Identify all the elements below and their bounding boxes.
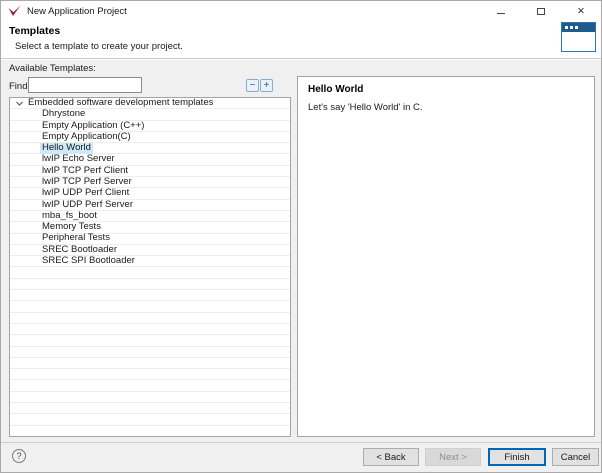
close-button[interactable]: ✕ (561, 1, 601, 21)
wizard-banner-icon (561, 22, 596, 52)
templates-tree: Embedded software development templates … (9, 97, 291, 437)
template-item-label: lwIP Echo Server (40, 154, 117, 165)
template-detail-panel: Hello World Let's say 'Hello World' in C… (297, 76, 595, 437)
page-subtitle: Select a template to create your project… (15, 41, 183, 52)
empty-tree-row (10, 358, 290, 369)
back-button[interactable]: < Back (363, 448, 419, 466)
empty-tree-row (10, 392, 290, 403)
template-item[interactable]: lwIP UDP Perf Client (10, 188, 290, 199)
empty-tree-row (10, 369, 290, 380)
minimize-icon (497, 13, 505, 14)
finish-button[interactable]: Finish (488, 448, 546, 466)
window-icon-dot (570, 26, 573, 29)
template-item-label: SREC SPI Bootloader (40, 256, 137, 267)
maximize-icon (537, 8, 545, 15)
template-item-label: Dhrystone (40, 109, 87, 120)
empty-tree-row (10, 313, 290, 324)
chevron-down-icon (16, 101, 23, 106)
template-item-label: Peripheral Tests (40, 233, 112, 244)
empty-tree-row (10, 301, 290, 312)
tree-items-container: DhrystoneEmpty Application (C++)Empty Ap… (10, 109, 290, 437)
template-item[interactable]: Dhrystone (10, 109, 290, 120)
window-title: New Application Project (27, 6, 127, 17)
help-icon: ? (16, 451, 21, 461)
expand-all-button[interactable]: + (260, 79, 273, 92)
content-area: Available Templates: Find: − + Embedded … (1, 60, 601, 444)
next-button: Next > (425, 448, 481, 466)
button-bar: ? < Back Next > Finish Cancel (1, 442, 601, 472)
empty-tree-row (10, 335, 290, 346)
detail-title: Hello World (308, 84, 363, 95)
empty-tree-row (10, 380, 290, 391)
find-label: Find: (9, 81, 30, 92)
empty-tree-row (10, 290, 290, 301)
cancel-button[interactable]: Cancel (552, 448, 599, 466)
titlebar[interactable]: New Application Project ✕ (1, 1, 601, 21)
template-item-label: Empty Application(C) (40, 132, 133, 143)
available-templates-label: Available Templates: (9, 63, 96, 74)
empty-tree-row (10, 403, 290, 414)
template-item-label: Hello World (40, 143, 93, 154)
find-input[interactable] (28, 77, 142, 93)
collapse-all-button[interactable]: − (246, 79, 259, 92)
empty-tree-row (10, 279, 290, 290)
template-item-label: SREC Bootloader (40, 245, 119, 256)
maximize-button[interactable] (521, 1, 561, 21)
close-icon: ✕ (577, 6, 585, 17)
detail-description: Let's say 'Hello World' in C. (308, 102, 423, 113)
new-application-project-dialog: New Application Project ✕ Templates Sele… (0, 0, 602, 473)
window-controls: ✕ (481, 1, 601, 21)
template-item-label: Empty Application (C++) (40, 121, 146, 132)
help-button[interactable]: ? (12, 449, 26, 463)
empty-tree-row (10, 414, 290, 425)
template-item-label: lwIP TCP Perf Server (40, 177, 134, 188)
template-item-label: lwIP TCP Perf Client (40, 166, 130, 177)
window-icon-dot (575, 26, 578, 29)
minimize-button[interactable] (481, 1, 521, 21)
template-item[interactable]: SREC SPI Bootloader (10, 256, 290, 267)
wizard-banner: Templates Select a template to create yo… (1, 21, 601, 59)
expand-all-icon: + (264, 81, 270, 91)
empty-tree-row (10, 347, 290, 358)
template-item-label: mba_fs_boot (40, 211, 99, 222)
empty-tree-row (10, 267, 290, 278)
empty-tree-row (10, 426, 290, 437)
window-icon-titlebar (562, 23, 595, 32)
window-icon-dot (565, 26, 568, 29)
tree-root-label: Embedded software development templates (28, 98, 213, 109)
template-item-label: Memory Tests (40, 222, 103, 233)
template-item-label: lwIP UDP Perf Server (40, 200, 135, 211)
xilinx-logo-icon (8, 5, 21, 17)
empty-tree-row (10, 324, 290, 335)
collapse-all-icon: − (250, 81, 256, 91)
page-title: Templates (9, 25, 60, 37)
template-item-label: lwIP UDP Perf Client (40, 188, 131, 199)
